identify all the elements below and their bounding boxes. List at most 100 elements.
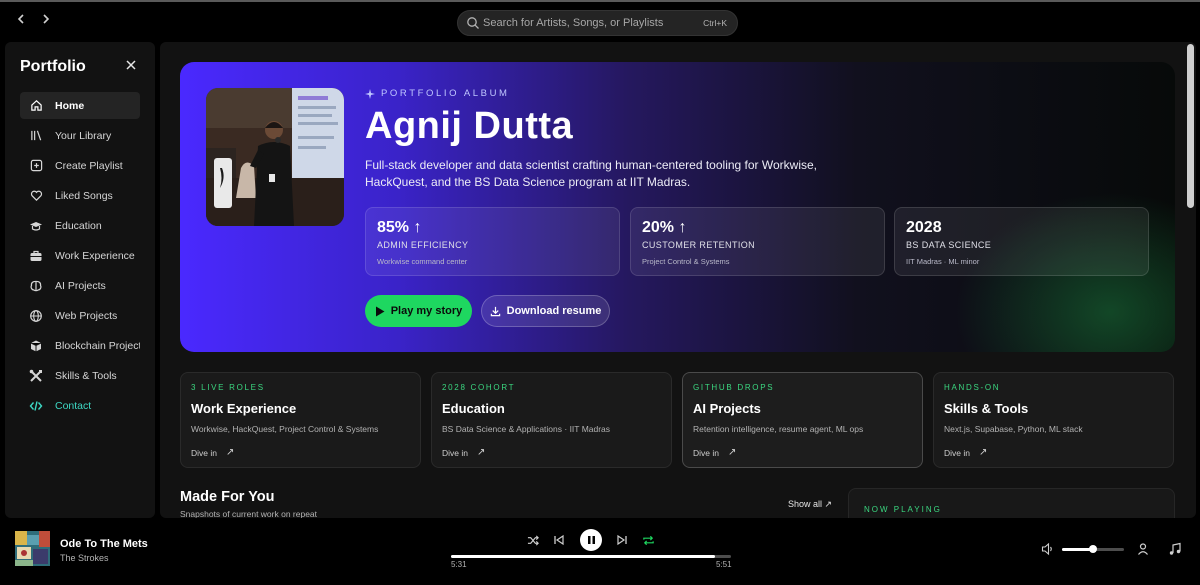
volume-knob[interactable] <box>1089 545 1097 553</box>
forward-button[interactable] <box>37 12 55 30</box>
user-icon <box>1138 543 1148 555</box>
card-skills-tools[interactable]: HANDS-ON Skills & Tools Next.js, Supabas… <box>933 372 1174 468</box>
sidebar-item-work-experience[interactable]: Work Experience <box>20 242 140 269</box>
cube-icon <box>29 339 43 353</box>
sidebar-item-liked-songs[interactable]: Liked Songs <box>20 182 140 209</box>
next-button[interactable] <box>614 532 630 548</box>
player-bar: Ode To The Mets The Strokes 5:31 5:51 <box>0 518 1200 585</box>
stat-sub: IIT Madras · ML minor <box>906 257 980 266</box>
dive-in-label: Dive in <box>442 447 468 458</box>
card-work-experience[interactable]: 3 LIVE ROLES Work Experience Workwise, H… <box>180 372 421 468</box>
back-button[interactable] <box>12 12 30 30</box>
music-note-icon <box>1169 542 1181 555</box>
chevron-right-icon <box>43 14 50 24</box>
hero-description: Full-stack developer and data scientist … <box>365 158 817 189</box>
profile-button[interactable] <box>1136 542 1150 556</box>
progress-fill <box>451 555 716 558</box>
sidebar-item-blockchain-projects[interactable]: Blockchain Projects <box>20 332 140 359</box>
arrow-up-right-icon: ↗ <box>727 447 737 458</box>
download-resume-button[interactable]: Download resume <box>481 295 610 327</box>
sidebar-item-skills-tools[interactable]: Skills & Tools <box>20 362 140 389</box>
stat-sub: Workwise command center <box>377 257 468 266</box>
card-kicker: 2028 COHORT <box>442 383 516 392</box>
main-scrollbar[interactable] <box>1187 44 1194 208</box>
stat-card: 20% ↑ CUSTOMER RETENTION Project Control… <box>630 207 885 276</box>
card-ai-projects[interactable]: GITHUB DROPS AI Projects Retention intel… <box>682 372 923 468</box>
sidebar: Portfolio Home Your Library Create Playl… <box>5 42 155 518</box>
sidebar-item-label: Your Library <box>55 129 112 142</box>
sidebar-item-label: Create Playlist <box>55 159 123 172</box>
card-dive-in-link[interactable]: Dive in ↗ <box>191 447 234 458</box>
sidebar-item-label: Work Experience <box>55 249 135 262</box>
card-dive-in-link[interactable]: Dive in ↗ <box>693 447 736 458</box>
card-dive-in-link[interactable]: Dive in ↗ <box>442 447 485 458</box>
code-icon <box>29 399 43 413</box>
download-icon <box>490 306 500 316</box>
card-title: Work Experience <box>191 401 297 416</box>
card-dive-in-link[interactable]: Dive in ↗ <box>944 447 987 458</box>
top-bar: Search for Artists, Songs, or Playlists … <box>0 2 1200 42</box>
profile-photo <box>206 88 344 226</box>
download-resume-label: Download resume <box>506 305 602 317</box>
section-title-made-for-you: Made For You <box>180 489 275 505</box>
search-icon <box>467 17 479 29</box>
card-title: Skills & Tools <box>944 401 1029 416</box>
card-education[interactable]: 2028 COHORT Education BS Data Science & … <box>431 372 672 468</box>
sidebar-item-library[interactable]: Your Library <box>20 122 140 149</box>
total-time: 5:51 <box>716 560 732 569</box>
sidebar-item-label: Contact <box>55 399 92 412</box>
sidebar-item-label: Blockchain Projects <box>55 339 140 352</box>
current-time: 5:31 <box>451 560 467 569</box>
show-all-label: Show all <box>788 499 823 509</box>
main-content: PORTFOLIO ALBUM Agnij Dutta Full-stack d… <box>160 42 1196 518</box>
sidebar-item-contact[interactable]: Contact <box>20 392 140 419</box>
card-description: Workwise, HackQuest, Project Control & S… <box>191 424 379 434</box>
sidebar-item-web-projects[interactable]: Web Projects <box>20 302 140 329</box>
card-title: Education <box>442 401 505 416</box>
card-kicker: 3 LIVE ROLES <box>191 383 265 392</box>
brain-icon <box>29 279 43 293</box>
card-description: Next.js, Supabase, Python, ML stack <box>944 424 1083 434</box>
plus-square-icon <box>29 159 43 173</box>
sidebar-close-button[interactable] <box>125 58 137 74</box>
repeat-icon <box>642 535 654 545</box>
volume-button[interactable] <box>1041 542 1055 556</box>
play-story-button[interactable]: Play my story <box>365 295 472 327</box>
sidebar-item-create-playlist[interactable]: Create Playlist <box>20 152 140 179</box>
now-playing-panel: NOW PLAYING <box>848 488 1175 518</box>
sidebar-item-label: Education <box>55 219 102 232</box>
hero-eyebrow-label: PORTFOLIO ALBUM <box>381 88 510 99</box>
song-title[interactable]: Ode To The Mets <box>60 538 148 550</box>
show-all-link[interactable]: Show all ↗ <box>788 499 832 510</box>
stat-value: 85% ↑ <box>377 219 422 236</box>
sidebar-title: Portfolio <box>20 58 86 75</box>
repeat-button[interactable] <box>640 532 656 548</box>
album-cover[interactable] <box>15 531 50 566</box>
card-kicker: GITHUB DROPS <box>693 383 775 392</box>
sidebar-item-label: Skills & Tools <box>55 369 117 382</box>
play-story-label: Play my story <box>390 305 463 317</box>
pause-button[interactable] <box>580 529 602 551</box>
volume-slider[interactable] <box>1062 545 1124 553</box>
dive-in-label: Dive in <box>944 447 970 458</box>
sidebar-item-ai-projects[interactable]: AI Projects <box>20 272 140 299</box>
sidebar-item-home[interactable]: Home <box>20 92 140 119</box>
music-queue-button[interactable] <box>1168 542 1182 556</box>
stat-value: 2028 <box>906 219 942 236</box>
card-title: AI Projects <box>693 401 761 416</box>
previous-button[interactable] <box>551 532 567 548</box>
artist-name[interactable]: The Strokes <box>60 553 109 563</box>
arrow-up-right-icon: ↗ <box>225 447 235 458</box>
stat-label: BS DATA SCIENCE <box>906 240 992 250</box>
arrow-up-right-icon: ↗ <box>476 447 486 458</box>
progress-bar[interactable] <box>451 555 731 558</box>
skip-forward-icon <box>617 534 627 546</box>
home-icon <box>29 99 43 113</box>
sidebar-item-education[interactable]: Education <box>20 212 140 239</box>
stat-sub: Project Control & Systems <box>642 257 730 266</box>
sparkle-icon <box>365 88 375 99</box>
search-bar[interactable]: Search for Artists, Songs, or Playlists … <box>457 10 738 36</box>
stat-label: ADMIN EFFICIENCY <box>377 240 469 250</box>
graduation-cap-icon <box>29 219 43 233</box>
shuffle-button[interactable] <box>525 532 541 548</box>
